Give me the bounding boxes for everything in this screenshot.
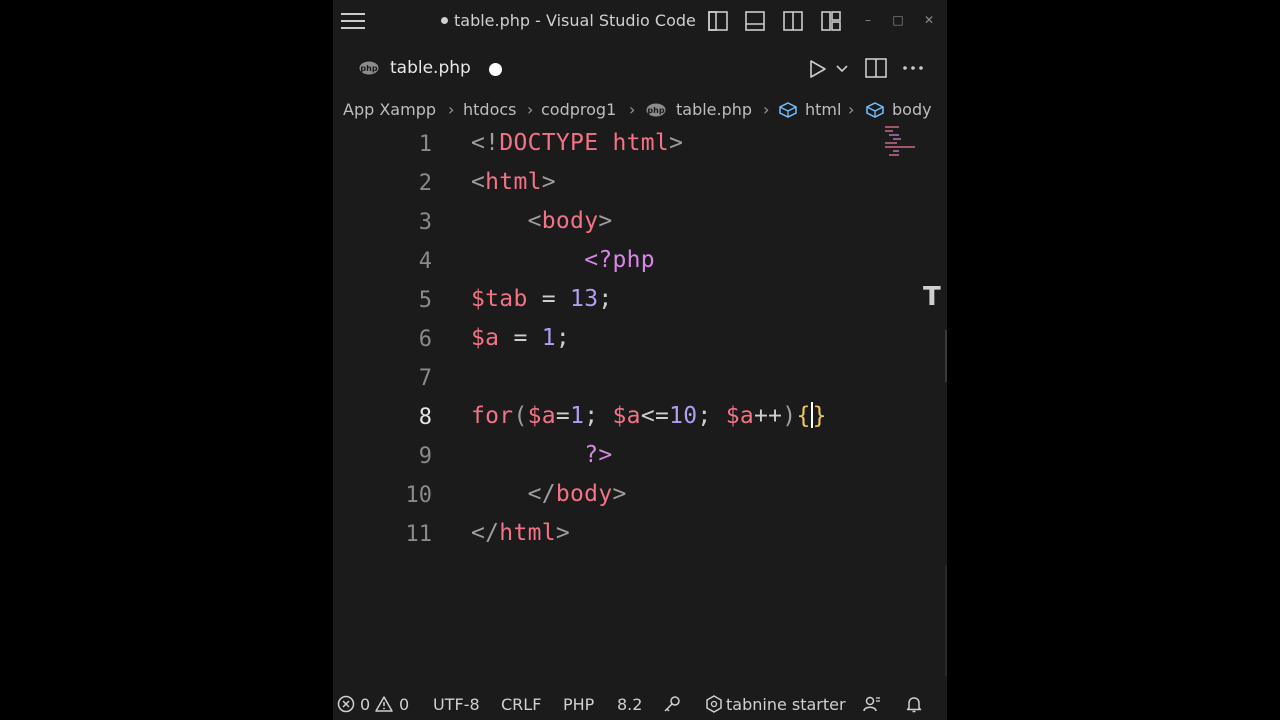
breadcrumb-separator-icon: › bbox=[763, 100, 770, 119]
toggle-secondary-sidebar-icon[interactable] bbox=[783, 11, 803, 31]
more-actions-icon[interactable] bbox=[901, 58, 925, 78]
tab-label: table.php bbox=[390, 58, 471, 78]
element-symbol-icon bbox=[866, 102, 884, 118]
breadcrumb-separator-icon: › bbox=[448, 100, 455, 119]
code-line[interactable]: 7 bbox=[333, 360, 947, 399]
feedback-icon[interactable] bbox=[863, 695, 881, 713]
window-title-text: table.php - Visual Studio Code bbox=[454, 11, 696, 30]
breadcrumb-item[interactable]: htdocs bbox=[463, 100, 517, 119]
line-number: 1 bbox=[418, 132, 432, 157]
line-number: 9 bbox=[418, 444, 432, 469]
svg-text:php: php bbox=[647, 106, 664, 115]
error-count[interactable]: 0 bbox=[360, 695, 370, 714]
close-icon[interactable]: ✕ bbox=[922, 13, 936, 27]
status-bar: 0 0 UTF-8 CRLF PHP 8.2 tabnine starter bbox=[333, 688, 947, 720]
breadcrumb-separator-icon: › bbox=[527, 100, 534, 119]
minimap[interactable] bbox=[883, 124, 923, 160]
tabnine-status[interactable]: tabnine starter bbox=[726, 695, 846, 714]
window-title: table.php - Visual Studio Code bbox=[441, 11, 696, 30]
php-version[interactable]: 8.2 bbox=[617, 695, 642, 714]
eol-status[interactable]: CRLF bbox=[501, 695, 541, 714]
title-bar: table.php - Visual Studio Code – □ ✕ bbox=[333, 0, 947, 42]
toggle-primary-sidebar-icon[interactable] bbox=[708, 11, 728, 31]
customize-layout-icon[interactable] bbox=[821, 11, 841, 31]
line-number: 2 bbox=[418, 171, 432, 196]
scrollbar-track[interactable] bbox=[945, 566, 947, 676]
line-number: 6 bbox=[418, 327, 432, 352]
breadcrumb-item[interactable]: table.php bbox=[676, 100, 752, 119]
code-line[interactable]: 3 <body> bbox=[333, 204, 947, 243]
code-line-active[interactable]: 8 for($a=1; $a<=10; $a++){} bbox=[333, 399, 947, 438]
line-number: 7 bbox=[418, 366, 432, 391]
tab-table-php[interactable]: php table.php bbox=[333, 42, 529, 96]
code-line[interactable]: 9 ?> bbox=[333, 438, 947, 477]
line-number: 8 bbox=[418, 405, 432, 430]
code-text: $a = 1; bbox=[471, 325, 571, 351]
element-symbol-icon bbox=[779, 102, 797, 118]
chevron-down-icon[interactable] bbox=[835, 63, 849, 75]
tabnine-icon[interactable] bbox=[705, 695, 723, 713]
minimize-icon[interactable]: – bbox=[861, 13, 875, 27]
vscode-window: table.php - Visual Studio Code – □ ✕ php bbox=[333, 0, 947, 720]
line-number: 4 bbox=[418, 249, 432, 274]
line-number: 10 bbox=[405, 483, 433, 508]
language-mode[interactable]: PHP bbox=[563, 695, 594, 714]
code-line[interactable]: 2 <html> bbox=[333, 165, 947, 204]
code-line[interactable]: 11 </html> bbox=[333, 516, 947, 555]
code-text: $tab = 13; bbox=[471, 286, 613, 312]
code-text: <!DOCTYPE html> bbox=[471, 130, 684, 156]
code-text: for($a=1; $a<=10; $a++){} bbox=[471, 401, 827, 429]
bell-icon[interactable] bbox=[905, 695, 923, 713]
php-file-icon: php bbox=[359, 61, 379, 75]
text-cursor bbox=[810, 401, 813, 428]
maximize-icon[interactable]: □ bbox=[891, 13, 905, 27]
php-file-icon: php bbox=[646, 103, 666, 117]
code-line[interactable]: 1 <!DOCTYPE html> bbox=[333, 126, 947, 165]
tab-bar: php table.php bbox=[333, 42, 947, 96]
error-icon[interactable] bbox=[337, 695, 355, 713]
breadcrumb-item[interactable]: body bbox=[892, 100, 932, 119]
line-number: 11 bbox=[405, 522, 433, 547]
warning-count[interactable]: 0 bbox=[399, 695, 409, 714]
split-editor-icon[interactable] bbox=[865, 58, 887, 78]
unsaved-dot-icon bbox=[441, 17, 448, 24]
code-text: <body> bbox=[527, 208, 613, 234]
code-line[interactable]: 4 <?php bbox=[333, 243, 947, 282]
line-number: 5 bbox=[418, 288, 432, 313]
svg-text:php: php bbox=[360, 64, 377, 73]
warning-icon[interactable] bbox=[375, 695, 393, 713]
key-icon[interactable] bbox=[663, 695, 681, 713]
breadcrumb-item[interactable]: html bbox=[805, 100, 841, 119]
code-line[interactable]: 10 </body> bbox=[333, 477, 947, 516]
code-text: </body> bbox=[527, 481, 627, 507]
code-text: <html> bbox=[471, 169, 556, 195]
code-text: <?php bbox=[584, 247, 655, 273]
toggle-panel-icon[interactable] bbox=[745, 11, 765, 31]
breadcrumb-separator-icon: › bbox=[629, 100, 636, 119]
code-line[interactable]: 6 $a = 1; bbox=[333, 321, 947, 360]
breadcrumb-item[interactable]: App Xampp bbox=[343, 100, 436, 119]
encoding-status[interactable]: UTF-8 bbox=[433, 695, 480, 714]
breadcrumb-separator-icon: › bbox=[848, 100, 855, 119]
scrollbar-thumb[interactable] bbox=[945, 330, 947, 382]
line-number: 3 bbox=[418, 210, 432, 235]
run-icon[interactable] bbox=[807, 59, 827, 79]
code-line[interactable]: 5 $tab = 13; bbox=[333, 282, 947, 321]
unsaved-changes-icon[interactable] bbox=[489, 63, 502, 76]
hamburger-menu-icon[interactable] bbox=[341, 12, 365, 30]
code-editor[interactable]: 1 <!DOCTYPE html> 2 <html> 3 <body> 4 <?… bbox=[333, 126, 947, 682]
code-text: </html> bbox=[471, 520, 571, 546]
breadcrumb: App Xampp › htdocs › codprog1 › php tabl… bbox=[343, 98, 947, 124]
code-text: ?> bbox=[584, 442, 613, 468]
breadcrumb-item[interactable]: codprog1 bbox=[541, 100, 616, 119]
tabnine-overlay-icon[interactable]: T bbox=[923, 282, 947, 312]
